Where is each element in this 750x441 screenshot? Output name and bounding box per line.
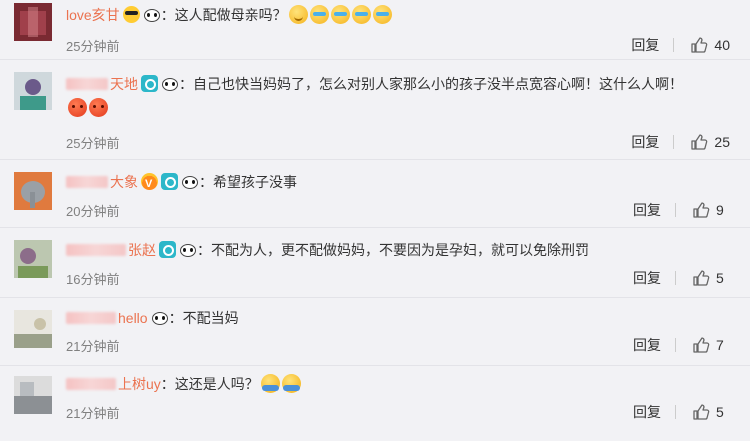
comment-text: ：自己也快当妈妈了，怎么对别人家那么小的孩子没半点宽容心啊！这什么人啊！ xyxy=(179,76,683,92)
comment-time: 20分钟前 xyxy=(66,204,120,219)
thumbs-up-icon[interactable] xyxy=(690,36,708,54)
panda-emoji-icon xyxy=(151,310,169,326)
like-count: 9 xyxy=(716,202,724,218)
comment-actions: 回复 5 xyxy=(633,268,730,288)
blurred-username xyxy=(66,176,108,188)
comment-text: ：这人配做母亲吗？ xyxy=(160,7,287,23)
cry-emoji-icon xyxy=(372,5,392,24)
reply-button[interactable]: 回复 xyxy=(633,200,661,220)
avatar[interactable] xyxy=(14,376,52,414)
comment-item: love亥甘 ：这人配做母亲吗？ 25分钟前 回复 40 xyxy=(0,0,750,60)
divider xyxy=(675,203,676,217)
avatar[interactable] xyxy=(14,240,52,278)
thumbs-up-icon[interactable] xyxy=(692,336,710,354)
reply-button[interactable]: 回复 xyxy=(633,268,661,288)
comment-time: 25分钟前 xyxy=(66,39,120,54)
username-link[interactable]: 张赵 xyxy=(128,242,156,258)
camera-badge-icon xyxy=(141,75,158,92)
comment-time: 16分钟前 xyxy=(66,272,120,287)
like-count: 25 xyxy=(714,134,730,150)
comment-item: hello ：不配当妈 21分钟前 回复 7 xyxy=(0,298,750,366)
reply-button[interactable]: 回复 xyxy=(633,402,661,422)
divider xyxy=(673,135,675,149)
thumbs-up-icon[interactable] xyxy=(692,269,710,287)
comment-item: 上树uy：这还是人吗？ 21分钟前 回复 5 xyxy=(0,366,750,441)
comment-time: 21分钟前 xyxy=(66,339,120,354)
smile-emoji-icon xyxy=(288,5,308,24)
panda-emoji-icon xyxy=(161,76,179,92)
comment-item: 天地 ：自己也快当妈妈了，怎么对别人家那么小的孩子没半点宽容心啊！这什么人啊！ 2… xyxy=(0,60,750,160)
blurred-username xyxy=(66,244,126,256)
comment-text: ：这还是人吗？ xyxy=(160,376,259,392)
comment-item: 张赵 ：不配为人，更不配做妈妈，不要因为是孕妇，就可以免除刑罚 16分钟前 回复 … xyxy=(0,228,750,298)
reply-button[interactable]: 回复 xyxy=(631,35,659,55)
avatar[interactable] xyxy=(14,72,52,110)
reply-button[interactable]: 回复 xyxy=(631,132,659,152)
comment-actions: 回复 9 xyxy=(633,200,730,220)
divider xyxy=(675,271,676,285)
blurred-username xyxy=(66,378,116,390)
panda-emoji-icon xyxy=(143,7,161,23)
comment-actions: 回复 7 xyxy=(633,335,730,355)
divider xyxy=(675,338,676,352)
avatar[interactable] xyxy=(14,3,52,41)
hug-emoji-icon xyxy=(260,374,280,393)
like-count: 5 xyxy=(716,270,724,286)
comment-text: ：不配当妈 xyxy=(168,310,239,326)
comment-header: 大象 ：希望孩子没事 xyxy=(66,172,730,194)
comment-time: 25分钟前 xyxy=(66,136,120,151)
username-link[interactable]: 大象 xyxy=(110,174,138,190)
like-count: 7 xyxy=(716,337,724,353)
comment-actions: 回复 25 xyxy=(631,132,730,152)
comment-text: ：希望孩子没事 xyxy=(199,174,297,190)
comment-actions: 回复 40 xyxy=(631,35,730,55)
comment-header: 上树uy：这还是人吗？ xyxy=(66,374,730,394)
divider xyxy=(675,405,676,419)
comment-header: love亥甘 ：这人配做母亲吗？ xyxy=(66,5,730,25)
cry-emoji-icon xyxy=(351,5,371,24)
blurred-username xyxy=(66,78,108,90)
camera-badge-icon xyxy=(159,241,176,258)
comment-header: 天地 ：自己也快当妈妈了，怎么对别人家那么小的孩子没半点宽容心啊！这什么人啊！ xyxy=(66,72,730,120)
comment-header: hello ：不配当妈 xyxy=(66,308,730,328)
angry-emoji-icon xyxy=(68,98,87,117)
comment-actions: 回复 5 xyxy=(633,402,730,422)
sunglasses-emoji-icon xyxy=(122,6,140,23)
like-count: 40 xyxy=(714,37,730,53)
thumbs-up-icon[interactable] xyxy=(690,133,708,151)
reply-button[interactable]: 回复 xyxy=(633,335,661,355)
thumbs-up-icon[interactable] xyxy=(692,201,710,219)
cry-emoji-icon xyxy=(330,5,350,24)
divider xyxy=(673,38,675,52)
panda-emoji-icon xyxy=(181,174,199,190)
avatar[interactable] xyxy=(14,310,52,348)
comment-text: ：不配为人，更不配做妈妈，不要因为是孕妇，就可以免除刑罚 xyxy=(197,242,589,258)
panda-emoji-icon xyxy=(179,242,197,258)
hug-emoji-icon xyxy=(281,374,301,393)
comment-time: 21分钟前 xyxy=(66,406,120,421)
comment-header: 张赵 ：不配为人，更不配做妈妈，不要因为是孕妇，就可以免除刑罚 xyxy=(66,240,730,260)
thumbs-up-icon[interactable] xyxy=(692,403,710,421)
angry-emoji-icon xyxy=(89,98,108,117)
comment-list: love亥甘 ：这人配做母亲吗？ 25分钟前 回复 40 天地 ：自己也快当妈妈了，… xyxy=(0,0,750,441)
username-link[interactable]: 天地 xyxy=(110,76,138,92)
username-link[interactable]: hello xyxy=(118,310,148,326)
camera-badge-icon xyxy=(161,173,178,190)
comment-item: 大象 ：希望孩子没事 20分钟前 回复 9 xyxy=(0,160,750,228)
username-link[interactable]: 上树uy xyxy=(118,376,161,392)
username-link[interactable]: love亥甘 xyxy=(66,7,120,23)
avatar[interactable] xyxy=(14,172,52,210)
cry-emoji-icon xyxy=(309,5,329,24)
vip-badge-icon xyxy=(141,173,158,194)
like-count: 5 xyxy=(716,404,724,420)
blurred-username xyxy=(66,312,116,324)
